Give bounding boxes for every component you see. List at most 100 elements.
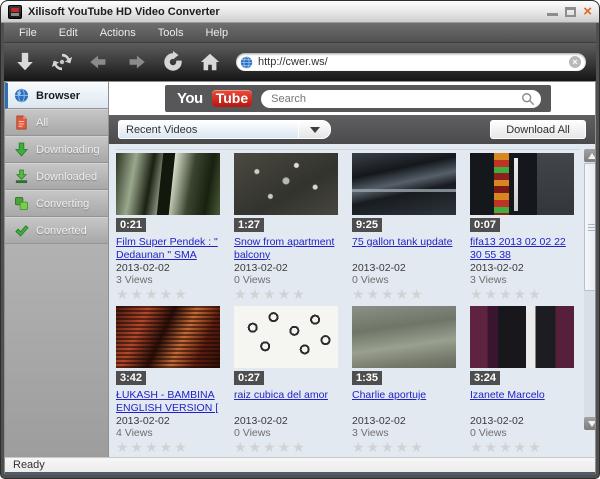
video-views: 4 Views xyxy=(116,427,226,439)
back-icon[interactable] xyxy=(88,51,110,73)
video-views: 0 Views xyxy=(352,274,462,286)
download-all-button[interactable]: Download All xyxy=(490,120,586,139)
recent-videos-dropdown[interactable]: Recent Videos xyxy=(118,120,331,139)
sidebar-item-all[interactable]: All xyxy=(5,109,108,136)
downloaded-icon xyxy=(14,169,29,184)
youtube-search-box[interactable] xyxy=(261,90,541,108)
video-card: 3:42 ŁUKASH - BAMBINA ENGLISH VERSION [ … xyxy=(116,306,226,455)
video-date: 2013-02-02 xyxy=(470,415,580,427)
video-title-link[interactable]: raiz cubica del amor xyxy=(234,389,344,414)
sidebar-item-label: Browser xyxy=(36,90,80,102)
video-rating-stars[interactable]: ★★★★★ xyxy=(116,440,226,455)
video-card: 3:24 Izanete Marcelo 2013-02-02 0 Views … xyxy=(470,306,580,455)
search-icon[interactable] xyxy=(521,92,535,106)
menu-tools[interactable]: Tools xyxy=(147,25,195,41)
video-date: 2013-02-02 xyxy=(116,262,226,274)
sidebar-item-label: Converted xyxy=(36,225,87,237)
scrollbar-up-button[interactable] xyxy=(584,149,595,162)
video-thumbnail[interactable] xyxy=(352,306,456,368)
video-title-link[interactable]: ŁUKASH - BAMBINA ENGLISH VERSION [ xyxy=(116,389,226,414)
video-views: 3 Views xyxy=(116,274,226,286)
maximize-button[interactable] xyxy=(565,7,576,17)
app-icon xyxy=(8,5,22,19)
video-title-link[interactable]: 75 gallon tank update xyxy=(352,236,462,261)
video-date: 2013-02-02 xyxy=(470,262,580,274)
scrollbar-thumb[interactable] xyxy=(584,163,595,291)
refresh-icon[interactable] xyxy=(162,51,184,73)
chevron-down-icon xyxy=(310,127,320,133)
video-views: 0 Views xyxy=(234,274,344,286)
toolbar: × xyxy=(4,43,596,81)
scrollbar-track[interactable] xyxy=(584,291,595,417)
video-title-link[interactable]: Charlie aportuje xyxy=(352,389,462,414)
url-bar[interactable]: × xyxy=(236,53,586,71)
globe-icon xyxy=(240,56,253,69)
video-rating-stars[interactable]: ★★★★★ xyxy=(116,287,226,302)
video-card: 1:27 Snow from apartment balcony 2013-02… xyxy=(234,153,344,302)
scroll-down-icon xyxy=(588,421,596,427)
menu-help[interactable]: Help xyxy=(194,25,239,41)
home-icon[interactable] xyxy=(199,51,221,73)
filter-bar: Recent Videos Download All xyxy=(109,115,595,144)
sidebar-item-downloaded[interactable]: Downloaded xyxy=(5,163,108,190)
video-thumbnail[interactable] xyxy=(116,306,220,368)
video-rating-stars[interactable]: ★★★★★ xyxy=(470,440,580,455)
menu-actions[interactable]: Actions xyxy=(89,25,147,41)
video-duration-badge: 0:27 xyxy=(234,371,264,385)
sidebar-item-downloading[interactable]: Downloading xyxy=(5,136,108,163)
close-button[interactable]: × xyxy=(583,6,592,18)
youtube-logo-tube: Tube xyxy=(212,90,252,107)
video-card: 0:21 Film Super Pendek : " Dedaunan " SM… xyxy=(116,153,226,302)
video-date: 2013-02-02 xyxy=(116,415,226,427)
video-rating-stars[interactable]: ★★★★★ xyxy=(352,440,462,455)
scroll-up-icon xyxy=(588,153,596,159)
video-duration-badge: 3:42 xyxy=(116,371,146,385)
convert-icon[interactable] xyxy=(51,51,73,73)
browser-globe-icon xyxy=(14,88,29,103)
video-rating-stars[interactable]: ★★★★★ xyxy=(234,440,344,455)
video-card: 9:25 75 gallon tank update 2013-02-02 0 … xyxy=(352,153,462,302)
download-icon[interactable] xyxy=(14,51,36,73)
video-title-link[interactable]: Izanete Marcelo xyxy=(470,389,580,414)
dropdown-selected-value[interactable]: Recent Videos xyxy=(118,120,298,139)
url-input[interactable] xyxy=(258,56,564,68)
search-input[interactable] xyxy=(271,93,517,105)
video-rating-stars[interactable]: ★★★★★ xyxy=(234,287,344,302)
scrollbar-down-button[interactable] xyxy=(584,417,595,430)
sidebar-item-converted[interactable]: Converted xyxy=(5,217,108,244)
video-rating-stars[interactable]: ★★★★★ xyxy=(470,287,580,302)
video-thumbnail[interactable] xyxy=(470,153,574,215)
sidebar-item-converting[interactable]: Converting xyxy=(5,190,108,217)
forward-icon[interactable] xyxy=(125,51,147,73)
video-date: 2013-02-02 xyxy=(352,262,462,274)
sidebar-item-browser[interactable]: Browser xyxy=(5,82,108,109)
video-thumbnail[interactable] xyxy=(234,153,338,215)
sidebar-item-label: Downloaded xyxy=(36,171,97,183)
menu-edit[interactable]: Edit xyxy=(48,25,89,41)
video-title-link[interactable]: fifa13 2013 02 02 22 30 55 38 xyxy=(470,236,580,261)
sidebar-item-label: Converting xyxy=(36,198,89,210)
video-thumbnail[interactable] xyxy=(116,153,220,215)
video-duration-badge: 1:27 xyxy=(234,218,264,232)
converting-icon xyxy=(14,196,29,211)
video-duration-badge: 3:24 xyxy=(470,371,500,385)
video-date: 2013-02-02 xyxy=(234,262,344,274)
video-thumbnail[interactable] xyxy=(470,306,574,368)
video-card: 1:35 Charlie aportuje 2013-02-02 3 Views… xyxy=(352,306,462,455)
clear-url-icon[interactable]: × xyxy=(569,56,581,68)
video-thumbnail[interactable] xyxy=(234,306,338,368)
minimize-button[interactable] xyxy=(547,7,558,16)
video-title-link[interactable]: Snow from apartment balcony xyxy=(234,236,344,261)
video-thumbnail[interactable] xyxy=(352,153,456,215)
converted-icon xyxy=(14,223,29,238)
video-duration-badge: 1:35 xyxy=(352,371,382,385)
vertical-scrollbar[interactable] xyxy=(584,149,595,430)
video-rating-stars[interactable]: ★★★★★ xyxy=(352,287,462,302)
video-title-link[interactable]: Film Super Pendek : " Dedaunan " SMA Neg… xyxy=(116,236,226,261)
status-bar: Ready xyxy=(4,457,596,475)
browser-content: You Tube Recent Videos Download All xyxy=(109,82,595,457)
dropdown-arrow-button[interactable] xyxy=(298,120,331,139)
menu-file[interactable]: File xyxy=(8,25,48,41)
all-files-icon xyxy=(14,115,29,130)
video-duration-badge: 0:07 xyxy=(470,218,500,232)
